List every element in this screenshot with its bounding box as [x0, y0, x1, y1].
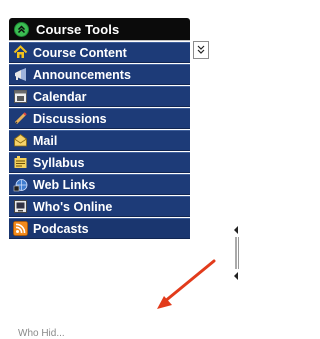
collapse-chevrons-icon[interactable]: [14, 21, 29, 37]
sidebar-item-label: Syllabus: [33, 155, 85, 170]
collapse-sidebar-handle[interactable]: [232, 224, 240, 282]
sidebar-item-label: Calendar: [33, 89, 87, 104]
sidebar-item-syllabus[interactable]: Syllabus: [9, 152, 190, 173]
sidebar-item-label: Podcasts: [33, 221, 89, 236]
pencil-icon: [14, 112, 27, 125]
sidebar-item-label: Who's Online: [33, 199, 113, 214]
sidebar-item-mail[interactable]: Mail: [9, 130, 190, 151]
megaphone-icon: [15, 68, 26, 81]
course-tools-panel: Course Tools Course Content Announcement…: [9, 18, 190, 239]
sidebar-item-course-content[interactable]: Course Content: [9, 42, 190, 63]
sidebar-item-label: Web Links: [33, 177, 96, 192]
expand-menu-button[interactable]: [193, 41, 209, 59]
sidebar-item-discussions[interactable]: Discussions: [9, 108, 190, 129]
sidebar-item-label: Announcements: [33, 67, 131, 82]
sidebar-item-announcements[interactable]: Announcements: [9, 64, 190, 85]
sidebar-item-web-links[interactable]: Web Links: [9, 174, 190, 195]
sidebar-item-label: Course Content: [33, 45, 127, 60]
sidebar-item-label: Discussions: [33, 111, 107, 126]
monitor-user-icon: [14, 200, 27, 213]
sidebar-item-label: Mail: [33, 133, 58, 148]
syllabus-icon: [14, 156, 27, 168]
sidebar-item-calendar[interactable]: Calendar: [9, 86, 190, 107]
house-icon: [13, 45, 28, 58]
course-tools-header[interactable]: Course Tools: [9, 18, 190, 41]
sidebar-item-podcasts[interactable]: Podcasts: [9, 218, 190, 239]
calendar-icon: [14, 90, 27, 103]
sidebar-item-whos-online[interactable]: Who's Online: [9, 196, 190, 217]
rss-icon: [13, 221, 28, 236]
globe-link-icon: [13, 179, 28, 192]
footer-text: Who Hid...: [18, 328, 65, 339]
course-tools-title: Course Tools: [36, 21, 120, 37]
mail-icon: [14, 134, 27, 147]
double-chevron-down-icon: [197, 45, 205, 54]
